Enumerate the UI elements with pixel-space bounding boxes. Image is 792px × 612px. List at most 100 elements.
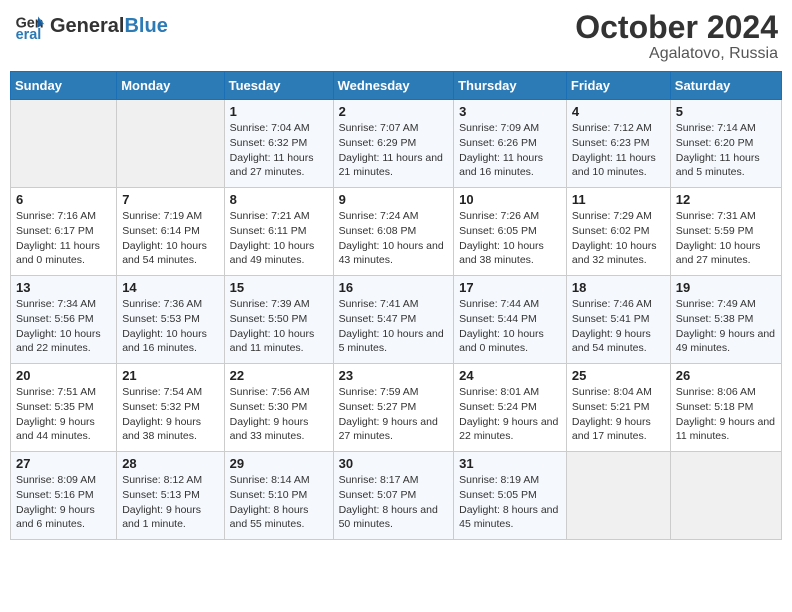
day-number: 30 xyxy=(339,456,449,471)
day-info: Sunrise: 7:29 AMSunset: 6:02 PMDaylight:… xyxy=(572,209,665,268)
day-info: Sunrise: 7:14 AMSunset: 6:20 PMDaylight:… xyxy=(676,121,776,180)
day-number: 7 xyxy=(122,192,218,207)
calendar-cell: 13Sunrise: 7:34 AMSunset: 5:56 PMDayligh… xyxy=(11,276,117,364)
day-number: 5 xyxy=(676,104,776,119)
day-number: 20 xyxy=(16,368,111,383)
day-info: Sunrise: 8:19 AMSunset: 5:05 PMDaylight:… xyxy=(459,473,561,532)
calendar-cell: 24Sunrise: 8:01 AMSunset: 5:24 PMDayligh… xyxy=(454,364,567,452)
day-info: Sunrise: 8:06 AMSunset: 5:18 PMDaylight:… xyxy=(676,385,776,444)
calendar-cell xyxy=(117,100,224,188)
day-number: 29 xyxy=(230,456,328,471)
calendar-cell: 12 Sunrise: 7:31 AMSunset: 5:59 PMDayligh… xyxy=(670,188,781,276)
day-number: 24 xyxy=(459,368,561,383)
day-number: 1 xyxy=(230,104,328,119)
week-row: 13Sunrise: 7:34 AMSunset: 5:56 PMDayligh… xyxy=(11,276,782,364)
week-row: 1 Sunrise: 7:04 AMSunset: 6:32 PMDaylight… xyxy=(11,100,782,188)
header-cell-tuesday: Tuesday xyxy=(224,72,333,100)
day-info: Sunrise: 8:12 AMSunset: 5:13 PMDaylight:… xyxy=(122,473,218,532)
day-number: 12 xyxy=(676,192,776,207)
day-info: Sunrise: 8:17 AMSunset: 5:07 PMDaylight:… xyxy=(339,473,449,532)
header-row: SundayMondayTuesdayWednesdayThursdayFrid… xyxy=(11,72,782,100)
calendar-cell xyxy=(11,100,117,188)
calendar-cell: 17 Sunrise: 7:44 AMSunset: 5:44 PMDayligh… xyxy=(454,276,567,364)
day-info: Sunrise: 7:44 AMSunset: 5:44 PMDaylight:… xyxy=(459,297,561,356)
calendar-cell: 19 Sunrise: 7:49 AMSunset: 5:38 PMDayligh… xyxy=(670,276,781,364)
day-number: 9 xyxy=(339,192,449,207)
day-info: Sunrise: 7:26 AMSunset: 6:05 PMDaylight:… xyxy=(459,209,561,268)
calendar-cell: 1 Sunrise: 7:04 AMSunset: 6:32 PMDaylight… xyxy=(224,100,333,188)
day-info: Sunrise: 7:36 AMSunset: 5:53 PMDaylight:… xyxy=(122,297,218,356)
day-info: Sunrise: 7:54 AMSunset: 5:32 PMDaylight:… xyxy=(122,385,218,444)
day-info: Sunrise: 7:09 AMSunset: 6:26 PMDaylight:… xyxy=(459,121,561,180)
calendar-cell xyxy=(566,452,670,540)
calendar-cell: 29 Sunrise: 8:14 AMSunset: 5:10 PMDayligh… xyxy=(224,452,333,540)
day-info: Sunrise: 7:46 AMSunset: 5:41 PMDaylight:… xyxy=(572,297,665,356)
day-info: Sunrise: 7:04 AMSunset: 6:32 PMDaylight:… xyxy=(230,121,328,180)
day-info: Sunrise: 7:56 AMSunset: 5:30 PMDaylight:… xyxy=(230,385,328,444)
calendar-cell: 18Sunrise: 7:46 AMSunset: 5:41 PMDayligh… xyxy=(566,276,670,364)
calendar-header: SundayMondayTuesdayWednesdayThursdayFrid… xyxy=(11,72,782,100)
day-info: Sunrise: 8:04 AMSunset: 5:21 PMDaylight:… xyxy=(572,385,665,444)
page-header: Gen eral GeneralBlue October 2024 Agalat… xyxy=(10,10,782,63)
calendar-cell: 3 Sunrise: 7:09 AMSunset: 6:26 PMDaylight… xyxy=(454,100,567,188)
header-cell-friday: Friday xyxy=(566,72,670,100)
day-number: 27 xyxy=(16,456,111,471)
calendar-cell: 11 Sunrise: 7:29 AMSunset: 6:02 PMDayligh… xyxy=(566,188,670,276)
day-number: 28 xyxy=(122,456,218,471)
day-number: 17 xyxy=(459,280,561,295)
day-info: Sunrise: 7:49 AMSunset: 5:38 PMDaylight:… xyxy=(676,297,776,356)
day-info: Sunrise: 7:41 AMSunset: 5:47 PMDaylight:… xyxy=(339,297,449,356)
month-title: October 2024 xyxy=(575,10,778,45)
day-info: Sunrise: 8:14 AMSunset: 5:10 PMDaylight:… xyxy=(230,473,328,532)
calendar-cell: 2Sunrise: 7:07 AMSunset: 6:29 PMDaylight… xyxy=(333,100,454,188)
calendar-cell: 14Sunrise: 7:36 AMSunset: 5:53 PMDayligh… xyxy=(117,276,224,364)
header-cell-saturday: Saturday xyxy=(670,72,781,100)
day-number: 3 xyxy=(459,104,561,119)
calendar-cell: 9 Sunrise: 7:24 AMSunset: 6:08 PMDaylight… xyxy=(333,188,454,276)
day-info: Sunrise: 7:07 AMSunset: 6:29 PMDaylight:… xyxy=(339,121,449,180)
day-number: 10 xyxy=(459,192,561,207)
day-number: 23 xyxy=(339,368,449,383)
day-number: 16 xyxy=(339,280,449,295)
week-row: 20 Sunrise: 7:51 AMSunset: 5:35 PMDayligh… xyxy=(11,364,782,452)
calendar-cell: 31 Sunrise: 8:19 AMSunset: 5:05 PMDayligh… xyxy=(454,452,567,540)
header-cell-thursday: Thursday xyxy=(454,72,567,100)
day-number: 31 xyxy=(459,456,561,471)
calendar-body: 1 Sunrise: 7:04 AMSunset: 6:32 PMDaylight… xyxy=(11,100,782,540)
day-info: Sunrise: 8:09 AMSunset: 5:16 PMDaylight:… xyxy=(16,473,111,532)
day-info: Sunrise: 7:19 AMSunset: 6:14 PMDaylight:… xyxy=(122,209,218,268)
day-info: Sunrise: 7:24 AMSunset: 6:08 PMDaylight:… xyxy=(339,209,449,268)
day-number: 21 xyxy=(122,368,218,383)
calendar-cell: 28 Sunrise: 8:12 AMSunset: 5:13 PMDayligh… xyxy=(117,452,224,540)
day-number: 19 xyxy=(676,280,776,295)
calendar-cell: 22Sunrise: 7:56 AMSunset: 5:30 PMDayligh… xyxy=(224,364,333,452)
calendar-cell: 30 Sunrise: 8:17 AMSunset: 5:07 PMDayligh… xyxy=(333,452,454,540)
header-cell-sunday: Sunday xyxy=(11,72,117,100)
calendar-cell: 8Sunrise: 7:21 AMSunset: 6:11 PMDaylight… xyxy=(224,188,333,276)
calendar-cell: 6Sunrise: 7:16 AMSunset: 6:17 PMDaylight… xyxy=(11,188,117,276)
calendar-cell: 26Sunrise: 8:06 AMSunset: 5:18 PMDayligh… xyxy=(670,364,781,452)
logo-text-blue: Blue xyxy=(124,15,167,37)
week-row: 27 Sunrise: 8:09 AMSunset: 5:16 PMDayligh… xyxy=(11,452,782,540)
day-number: 4 xyxy=(572,104,665,119)
day-info: Sunrise: 7:12 AMSunset: 6:23 PMDaylight:… xyxy=(572,121,665,180)
title-block: October 2024 Agalatovo, Russia xyxy=(575,10,778,63)
day-number: 25 xyxy=(572,368,665,383)
calendar-cell xyxy=(670,452,781,540)
calendar-cell: 10 Sunrise: 7:26 AMSunset: 6:05 PMDayligh… xyxy=(454,188,567,276)
day-info: Sunrise: 7:31 AMSunset: 5:59 PMDaylight:… xyxy=(676,209,776,268)
day-info: Sunrise: 7:51 AMSunset: 5:35 PMDaylight:… xyxy=(16,385,111,444)
header-cell-wednesday: Wednesday xyxy=(333,72,454,100)
calendar-cell: 20 Sunrise: 7:51 AMSunset: 5:35 PMDayligh… xyxy=(11,364,117,452)
day-number: 11 xyxy=(572,192,665,207)
day-number: 8 xyxy=(230,192,328,207)
calendar-cell: 27 Sunrise: 8:09 AMSunset: 5:16 PMDayligh… xyxy=(11,452,117,540)
day-number: 13 xyxy=(16,280,111,295)
calendar-cell: 23Sunrise: 7:59 AMSunset: 5:27 PMDayligh… xyxy=(333,364,454,452)
logo-text-general: General xyxy=(50,15,124,37)
day-info: Sunrise: 7:39 AMSunset: 5:50 PMDaylight:… xyxy=(230,297,328,356)
logo-icon: Gen eral xyxy=(14,10,46,42)
calendar-cell: 4 Sunrise: 7:12 AMSunset: 6:23 PMDaylight… xyxy=(566,100,670,188)
week-row: 6Sunrise: 7:16 AMSunset: 6:17 PMDaylight… xyxy=(11,188,782,276)
calendar-cell: 21 Sunrise: 7:54 AMSunset: 5:32 PMDayligh… xyxy=(117,364,224,452)
